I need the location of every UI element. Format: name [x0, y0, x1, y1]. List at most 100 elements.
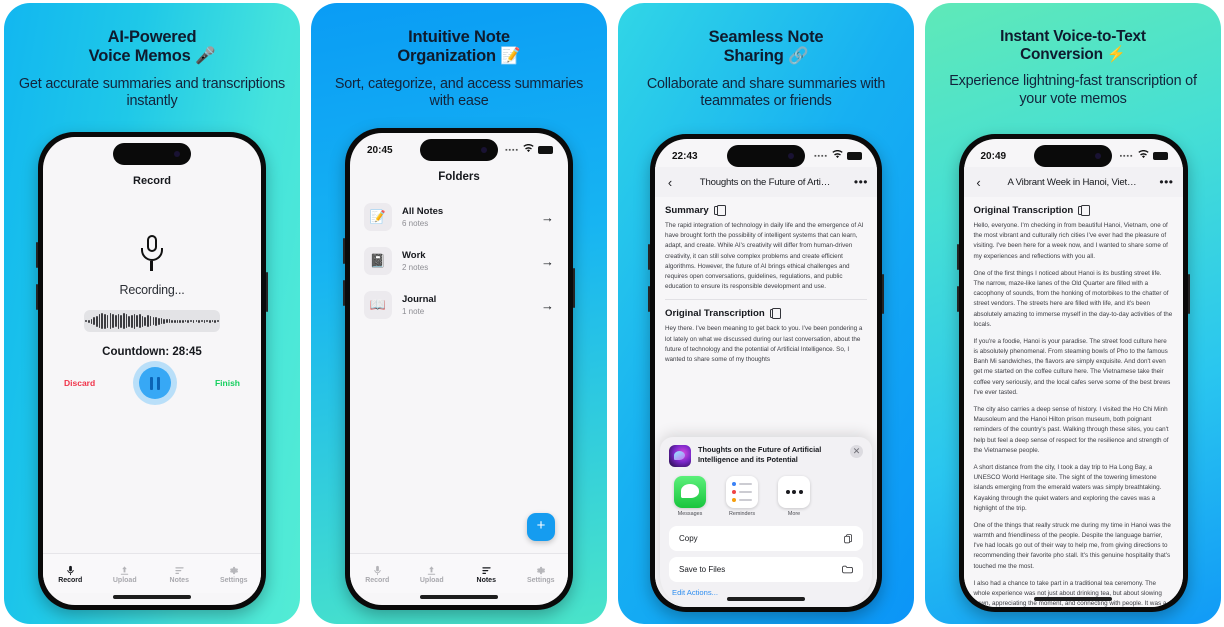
pause-button[interactable]: [139, 367, 172, 399]
add-note-fab[interactable]: +: [527, 513, 555, 541]
phone-side-button: [36, 242, 38, 268]
copy-icon[interactable]: [769, 308, 782, 320]
discard-button[interactable]: Discard: [64, 378, 95, 388]
finish-button[interactable]: Finish: [215, 378, 240, 388]
section-label: Summary: [665, 205, 709, 216]
phone-side-button: [956, 244, 959, 270]
ellipsis-icon[interactable]: •••: [1159, 175, 1173, 189]
copy-icon[interactable]: [1078, 204, 1090, 216]
folder-icon: [842, 565, 853, 574]
list-item[interactable]: 📖 Journal 1 note →: [362, 283, 556, 327]
tab-settings[interactable]: Settings: [514, 563, 569, 584]
panel-title-line1: Seamless Note: [708, 28, 824, 46]
microphone-icon: [140, 235, 164, 273]
phone-side-button: [648, 244, 650, 270]
battery-icon: [538, 146, 553, 154]
tab-notes[interactable]: Notes: [152, 563, 207, 584]
tab-record[interactable]: Record: [43, 563, 98, 584]
share-target-reminders[interactable]: Reminders: [723, 476, 761, 517]
status-bar: 20:45 ▪▪▪▪: [350, 133, 568, 161]
upload-icon: [119, 563, 130, 575]
tab-label: Record: [58, 577, 83, 584]
more-icon: [778, 476, 810, 508]
tab-label: Settings: [219, 577, 248, 584]
folders-list: 📝 All Notes 6 notes → 📓 Work 2 notes → 📖…: [350, 195, 568, 327]
folder-name: Work: [402, 250, 426, 261]
waveform-visualizer: [84, 310, 220, 332]
folder-icon: 📓: [364, 247, 392, 275]
recording-status-label: Recording...: [119, 283, 185, 297]
share-sheet: Thoughts on the Future of Artificial Int…: [660, 437, 872, 607]
panel-title: Instant Voice-to-Text Conversion ⚡: [934, 28, 1212, 64]
phone-screen: Record Recording... Countdown: 28:45 Dis…: [43, 137, 261, 605]
copy-icon: [844, 533, 853, 544]
transcription-paragraph: One of the things that really struck me …: [973, 521, 1171, 570]
panel-subtitle: Sort, categorize, and access summaries w…: [334, 75, 584, 110]
status-time: 20:49: [980, 150, 1007, 162]
chevron-right-icon: →: [541, 297, 554, 313]
chevron-left-icon[interactable]: ‹: [973, 175, 985, 190]
wifi-icon: [1137, 149, 1149, 162]
panel-title: Intuitive Note Organization 📝: [320, 28, 598, 67]
countdown-label: Countdown: 28:45: [102, 346, 202, 358]
phone-side-button: [343, 238, 345, 264]
reminders-icon: [726, 476, 758, 508]
home-indicator: [1034, 597, 1112, 601]
folder-icon: 📝: [364, 203, 392, 231]
panel-title-line2: Voice Memos 🎤: [88, 47, 216, 66]
status-indicators: ▪▪▪▪: [814, 149, 862, 162]
list-item[interactable]: 📝 All Notes 6 notes →: [362, 195, 556, 239]
messages-icon: [674, 476, 706, 508]
phone-power-button: [1187, 274, 1190, 314]
notes-lines-icon: [174, 563, 185, 574]
navigation-bar: ‹ Thoughts on the Future of Arti… •••: [655, 167, 877, 197]
tab-upload[interactable]: Upload: [405, 563, 460, 584]
transcription-paragraph: One of the first things I noticed about …: [973, 269, 1173, 328]
ellipsis-icon[interactable]: •••: [854, 175, 868, 189]
wifi-icon: [523, 143, 534, 156]
share-target-more[interactable]: More: [775, 476, 813, 517]
action-copy[interactable]: Copy: [669, 526, 863, 551]
transcription-text: Hey there. I've been meaning to get back…: [665, 325, 863, 363]
share-target-messages[interactable]: Messages: [671, 476, 709, 517]
close-icon[interactable]: ✕: [850, 445, 863, 458]
folder-name: Journal: [402, 294, 437, 305]
chevron-left-icon[interactable]: ‹: [664, 175, 676, 190]
home-indicator: [113, 595, 191, 599]
app-label: Reminders: [728, 511, 756, 517]
status-time: 20:45: [367, 144, 393, 156]
panel-intuitive-note-organization: Intuitive Note Organization 📝 Sort, cate…: [311, 3, 607, 624]
tab-record[interactable]: Record: [350, 563, 405, 584]
phone-mockup-record: Record Recording... Countdown: 28:45 Dis…: [36, 132, 268, 610]
wifi-icon: [832, 149, 843, 162]
note-title: Thoughts on the Future of Arti…: [699, 176, 831, 188]
gear-icon: [535, 563, 546, 575]
edit-actions-link[interactable]: Edit Actions...: [669, 588, 863, 597]
tab-upload[interactable]: Upload: [98, 563, 153, 584]
panel-seamless-note-sharing: Seamless Note Sharing 🔗 Collaborate and …: [618, 3, 914, 624]
tab-settings[interactable]: Settings: [207, 563, 262, 584]
note-content: Original Transcription Hello, everyone. …: [963, 197, 1183, 607]
status-bar: 22:43 ▪▪▪▪: [655, 139, 877, 167]
status-indicators: ▪▪▪▪: [1120, 149, 1168, 162]
tab-notes[interactable]: Notes: [459, 563, 514, 584]
phone-screen: 22:43 ▪▪▪▪ ‹ Thoughts on the Future of A…: [655, 139, 877, 607]
copy-icon[interactable]: [713, 204, 726, 216]
upload-icon: [426, 563, 437, 575]
navigation-bar: ‹ A Vibrant Week in Hanoi, Viet… •••: [963, 167, 1183, 197]
list-item[interactable]: 📓 Work 2 notes →: [362, 239, 556, 283]
signal-dots-icon: ▪▪▪▪: [814, 152, 828, 160]
app-label: Messages: [677, 511, 703, 517]
folders-screen-title: Folders: [438, 171, 480, 183]
recording-controls: Discard Finish: [64, 367, 240, 399]
battery-icon: [847, 152, 862, 160]
panel-title-line2: Organization 📝: [397, 47, 521, 66]
bottom-tab-bar: Record Upload Notes Settings: [43, 553, 261, 593]
panel-title-line1: AI-Powered: [107, 28, 197, 46]
phone-screen: 20:45 ▪▪▪▪ Folders 📝 All Notes 6 notes →: [350, 133, 568, 605]
phone-side-button: [36, 284, 38, 310]
gear-icon: [228, 563, 239, 575]
action-save-to-files[interactable]: Save to Files: [669, 557, 863, 582]
action-label: Save to Files: [679, 565, 726, 574]
folder-count: 1 note: [402, 307, 425, 316]
